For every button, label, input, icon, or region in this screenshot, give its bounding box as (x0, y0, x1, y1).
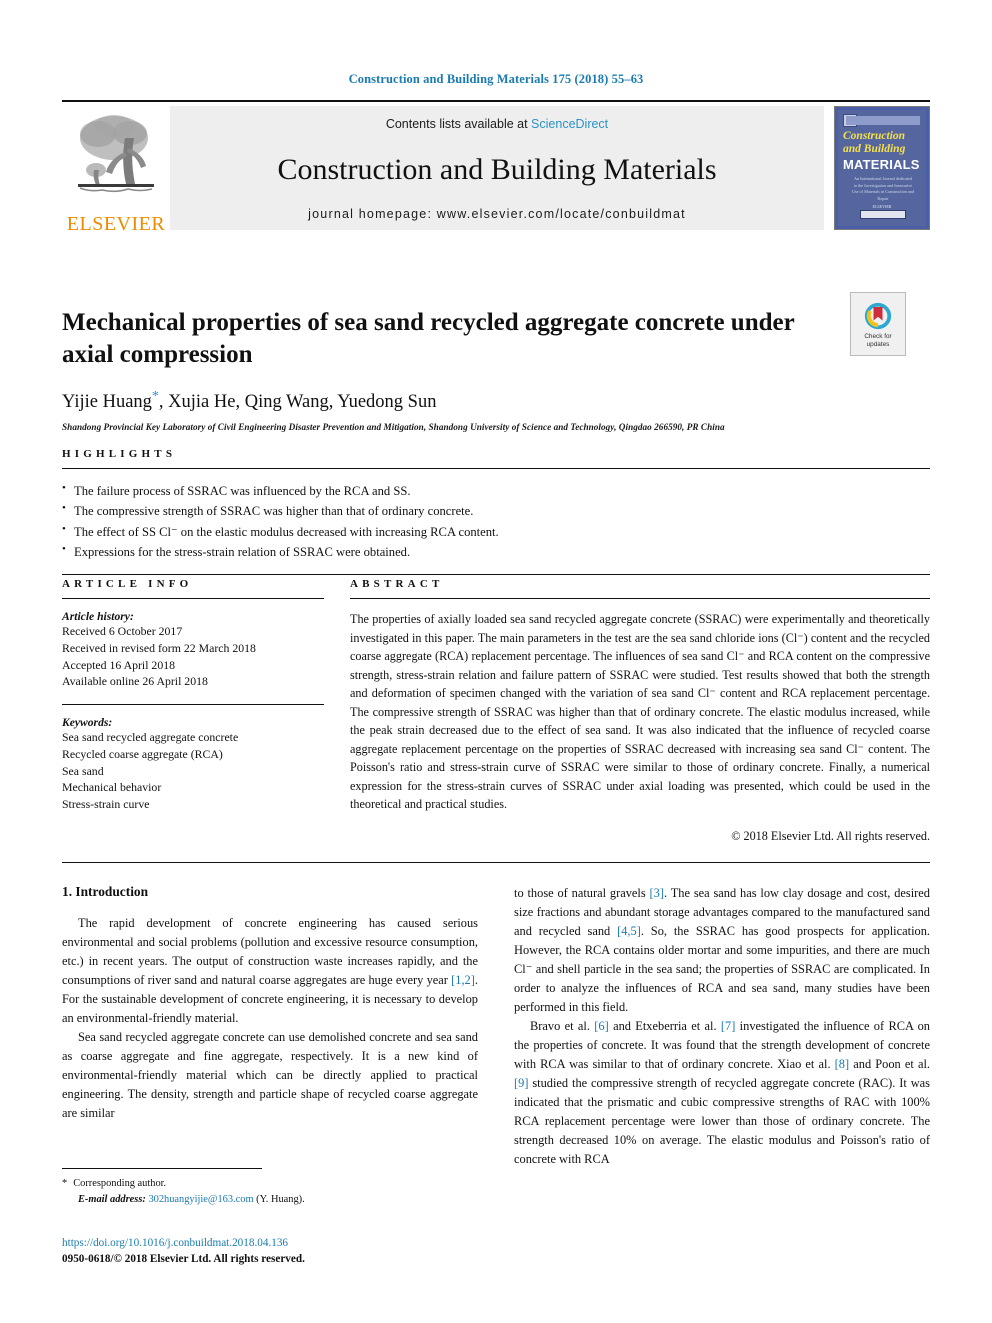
footnote-block: * Corresponding author. E-mail address: 3… (62, 1176, 482, 1207)
article-history-online: Available online 26 April 2018 (62, 674, 208, 689)
crossmark-badge[interactable]: Check for updates (850, 292, 906, 356)
citation-ref[interactable]: [4,5] (617, 924, 641, 938)
body-separator-rule (62, 862, 930, 863)
cover-title-line1: Construction (843, 130, 905, 142)
journal-cover-image: Construction and Building MATERIALS An I… (834, 106, 930, 230)
elsevier-logo: ELSEVIER (62, 102, 170, 236)
footnote-star: * (62, 1178, 68, 1189)
cover-blurb: An International Journal dedicated to th… (852, 176, 914, 201)
keyword-item: Sea sand recycled aggregate concrete (62, 730, 239, 744)
paragraph-text: The rapid development of concrete engine… (62, 916, 478, 987)
author-rest: , Xujia He, Qing Wang, Yuedong Sun (158, 391, 437, 412)
contents-prefix: Contents lists available at (385, 117, 532, 131)
crossmark-icon (864, 302, 892, 330)
highlights-section: HIGHLIGHTS The failure process of SSRAC … (62, 448, 930, 575)
list-item: The failure process of SSRAC was influen… (62, 480, 930, 501)
list-item: The effect of SS Cl⁻ on the elastic modu… (62, 521, 930, 542)
footnote-corresponding-label: Corresponding author. (73, 1178, 167, 1189)
article-history-revised: Received in revised form 22 March 2018 (62, 640, 256, 655)
article-history-label: Article history: (62, 610, 134, 623)
article-info-body: Article history: Received 6 October 2017… (62, 599, 324, 844)
email-owner: (Y. Huang). (253, 1193, 305, 1205)
cover-title-line2: and Building (843, 143, 906, 155)
paragraph-text: and Etxeberria et al. (608, 1018, 721, 1033)
paper-page: Construction and Building Materials 175 … (0, 0, 992, 1323)
paragraph: to those of natural gravels [3]. The sea… (514, 884, 930, 1017)
paragraph-text: Bravo et al. (530, 1018, 595, 1033)
title-block: Mechanical properties of sea sand recycl… (62, 290, 930, 432)
cover-footer-bar (860, 210, 906, 219)
citation-ref[interactable]: [7] (721, 1019, 735, 1033)
cover-title-line3: MATERIALS (843, 157, 920, 172)
article-history-received: Received 6 October 2017 (62, 624, 183, 638)
journal-title: Construction and Building Materials (277, 152, 717, 186)
elsevier-tree-icon (78, 115, 154, 193)
paragraph: The rapid development of concrete engine… (62, 914, 478, 1028)
citation-ref[interactable]: [3] (650, 886, 664, 900)
email-label: E-mail address: (78, 1193, 146, 1205)
article-history-accepted: Accepted 16 April 2018 (62, 657, 176, 672)
abstract-copyright: © 2018 Elsevier Ltd. All rights reserved… (731, 829, 930, 844)
crossmark-label: Check for updates (864, 333, 891, 349)
highlights-bottom-rule (62, 573, 930, 575)
info-abstract-section: ARTICLE INFO ABSTRACT Article history: R… (62, 578, 930, 844)
paragraph-text: studied the compressive strength of recy… (514, 1075, 930, 1166)
abstract-body: The properties of axially loaded sea san… (350, 599, 930, 844)
citation-ref[interactable]: [6] (594, 1019, 608, 1033)
contents-available-line: Contents lists available at ScienceDirec… (170, 117, 824, 131)
keyword-item: Mechanical behavior (62, 780, 162, 795)
citation-ref[interactable]: [8] (835, 1057, 849, 1071)
crossmark-label-line2: updates (866, 341, 890, 348)
sciencedirect-link[interactable]: ScienceDirect (531, 117, 608, 131)
keyword-item: Recycled coarse aggregate (RCA) (62, 746, 223, 761)
keywords-label: Keywords: (62, 716, 113, 729)
cover-footer-label: ELSEVIER (872, 204, 892, 209)
running-head: Construction and Building Materials 175 … (348, 72, 644, 86)
journal-homepage-line[interactable]: journal homepage: www.elsevier.com/locat… (170, 207, 824, 221)
email-link[interactable]: 302huangyijie@163.com (148, 1194, 253, 1205)
crossmark-label-line1: Check for (864, 333, 892, 340)
doi-link[interactable]: https://doi.org/10.1016/j.conbuildmat.20… (62, 1236, 482, 1252)
body-column-left: 1. Introduction The rapid development of… (62, 884, 478, 1184)
citation-ref[interactable]: [9] (514, 1076, 528, 1090)
footnote-rule (62, 1168, 262, 1169)
author-list: Yijie Huang*, Xujia He, Qing Wang, Yuedo… (62, 389, 930, 413)
list-item: Expressions for the stress-strain relati… (62, 541, 930, 562)
journal-masthead: ELSEVIER Contents lists available at Sci… (62, 100, 930, 236)
body-columns: 1. Introduction The rapid development of… (62, 884, 930, 1184)
corresponding-author-marker: * (151, 388, 159, 404)
citation-ref[interactable]: [1,2] (451, 973, 475, 987)
section-heading-introduction: 1. Introduction (62, 884, 149, 899)
paragraph-text: to those of natural gravels (514, 886, 650, 900)
abstract-heading: ABSTRACT (350, 578, 444, 590)
footnote-email-line: E-mail address: 302huangyijie@163.com (Y… (62, 1192, 482, 1208)
issn-copyright: 0950-0618/© 2018 Elsevier Ltd. All right… (62, 1252, 305, 1265)
elsevier-wordmark: ELSEVIER (66, 213, 166, 235)
highlights-heading: HIGHLIGHTS (62, 448, 177, 460)
author-affiliation: Shandong Provincial Key Laboratory of Ci… (62, 421, 725, 432)
footer-block: https://doi.org/10.1016/j.conbuildmat.20… (62, 1236, 482, 1268)
list-item: The compressive strength of SSRAC was hi… (62, 500, 930, 521)
article-info-heading: ARTICLE INFO (62, 578, 193, 590)
highlights-list: The failure process of SSRAC was influen… (62, 469, 930, 574)
keyword-item: Stress-strain curve (62, 797, 150, 811)
body-column-right: to those of natural gravels [3]. The sea… (514, 884, 930, 1184)
paragraph-text: and Poon et al. (849, 1056, 930, 1071)
abstract-text: The properties of axially loaded sea san… (350, 612, 930, 812)
masthead-center: Contents lists available at ScienceDirec… (170, 106, 824, 230)
keywords-rule (62, 704, 324, 705)
paragraph: Sea sand recycled aggregate concrete can… (62, 1029, 478, 1120)
author-first: Yijie Huang (62, 391, 152, 412)
page-title: Mechanical properties of sea sand recycl… (62, 308, 795, 368)
paragraph: Bravo et al. [6] and Etxeberria et al. [… (514, 1017, 930, 1169)
cover-top-band (846, 116, 920, 125)
keyword-item: Sea sand (62, 763, 104, 778)
